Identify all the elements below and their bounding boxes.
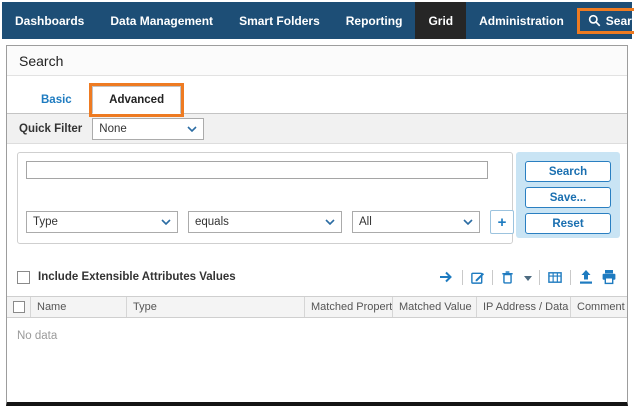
nav-item-reporting[interactable]: Reporting	[333, 2, 416, 39]
column-header-matched-value[interactable]: Matched Value	[393, 297, 477, 317]
reset-button[interactable]: Reset	[525, 213, 611, 234]
nav-item-administration[interactable]: Administration	[466, 2, 577, 39]
column-header-comment[interactable]: Comment	[571, 297, 627, 317]
caret-down-icon	[524, 276, 532, 281]
search-button[interactable]: Search	[525, 161, 611, 182]
toolbar-divider	[539, 270, 540, 285]
nav-search-button[interactable]: Search	[577, 8, 634, 34]
save-button[interactable]: Save...	[525, 187, 611, 208]
export-arrow-icon	[439, 269, 455, 285]
chevron-down-icon	[463, 219, 473, 225]
toolbar-divider	[570, 270, 571, 285]
condition-row: Type equals All +	[26, 210, 514, 234]
add-condition-button[interactable]: +	[490, 210, 514, 234]
table-toolbar	[439, 268, 617, 286]
search-query-input[interactable]	[26, 161, 488, 179]
tab-basic[interactable]: Basic	[25, 87, 88, 113]
nav-item-dashboards[interactable]: Dashboards	[2, 2, 97, 39]
operator-select[interactable]: equals	[188, 211, 342, 233]
page-title: Search	[7, 46, 627, 76]
search-criteria-box: Type equals All +	[17, 152, 513, 244]
nav-search-label: Search	[606, 14, 634, 28]
table-columns-button[interactable]	[547, 270, 563, 285]
field-select-value: Type	[33, 216, 58, 228]
table-columns-icon	[547, 270, 563, 285]
print-icon	[601, 269, 617, 285]
table-empty-message: No data	[7, 318, 627, 342]
select-all-cell	[7, 297, 31, 317]
upload-button[interactable]	[578, 269, 594, 285]
options-row: Include Extensible Attributes Values	[7, 264, 627, 290]
value-select[interactable]: All	[352, 211, 480, 233]
chevron-down-icon	[325, 219, 335, 225]
search-icon	[588, 14, 601, 27]
edit-button[interactable]	[470, 270, 485, 285]
field-select[interactable]: Type	[26, 211, 178, 233]
column-header-ip-address-data[interactable]: IP Address / Data	[477, 297, 571, 317]
quick-filter-value: None	[99, 123, 127, 135]
edit-icon	[470, 270, 485, 285]
delete-dropdown-caret[interactable]	[524, 268, 532, 286]
include-ea-label: Include Extensible Attributes Values	[38, 271, 236, 283]
tab-advanced[interactable]: Advanced	[92, 86, 181, 114]
toolbar-divider	[492, 270, 493, 285]
toolbar-divider	[462, 270, 463, 285]
chevron-down-icon	[187, 126, 197, 132]
trash-icon	[500, 270, 515, 285]
upload-icon	[578, 269, 594, 285]
operator-select-value: equals	[195, 216, 229, 228]
delete-button[interactable]	[500, 270, 515, 285]
actions-panel: Search Save... Reset	[516, 152, 620, 238]
tab-bar: Basic Advanced	[7, 76, 627, 114]
nav-item-data-management[interactable]: Data Management	[97, 2, 226, 39]
column-header-name[interactable]: Name	[31, 297, 127, 317]
quick-filter-select[interactable]: None	[92, 118, 204, 140]
top-navigation: Dashboards Data Management Smart Folders…	[2, 2, 632, 39]
print-button[interactable]	[601, 269, 617, 285]
search-form-section: Type equals All + Search Save...	[7, 144, 627, 254]
nav-item-grid[interactable]: Grid	[415, 2, 466, 39]
content-panel: Search Basic Advanced Quick Filter None …	[6, 45, 628, 406]
nav-item-smart-folders[interactable]: Smart Folders	[226, 2, 333, 39]
export-button[interactable]	[439, 269, 455, 285]
column-header-matched-property[interactable]: Matched Property	[305, 297, 393, 317]
quick-filter-label: Quick Filter	[19, 123, 82, 135]
column-header-type[interactable]: Type	[127, 297, 305, 317]
quick-filter-row: Quick Filter None	[7, 114, 627, 144]
include-ea-checkbox[interactable]	[17, 271, 30, 284]
value-select-value: All	[359, 216, 372, 228]
chevron-down-icon	[161, 219, 171, 225]
table-header-row: Name Type Matched Property Matched Value…	[7, 296, 627, 318]
select-all-checkbox[interactable]	[13, 301, 25, 313]
results-table: Name Type Matched Property Matched Value…	[7, 296, 627, 342]
app-window: Dashboards Data Management Smart Folders…	[0, 0, 634, 411]
